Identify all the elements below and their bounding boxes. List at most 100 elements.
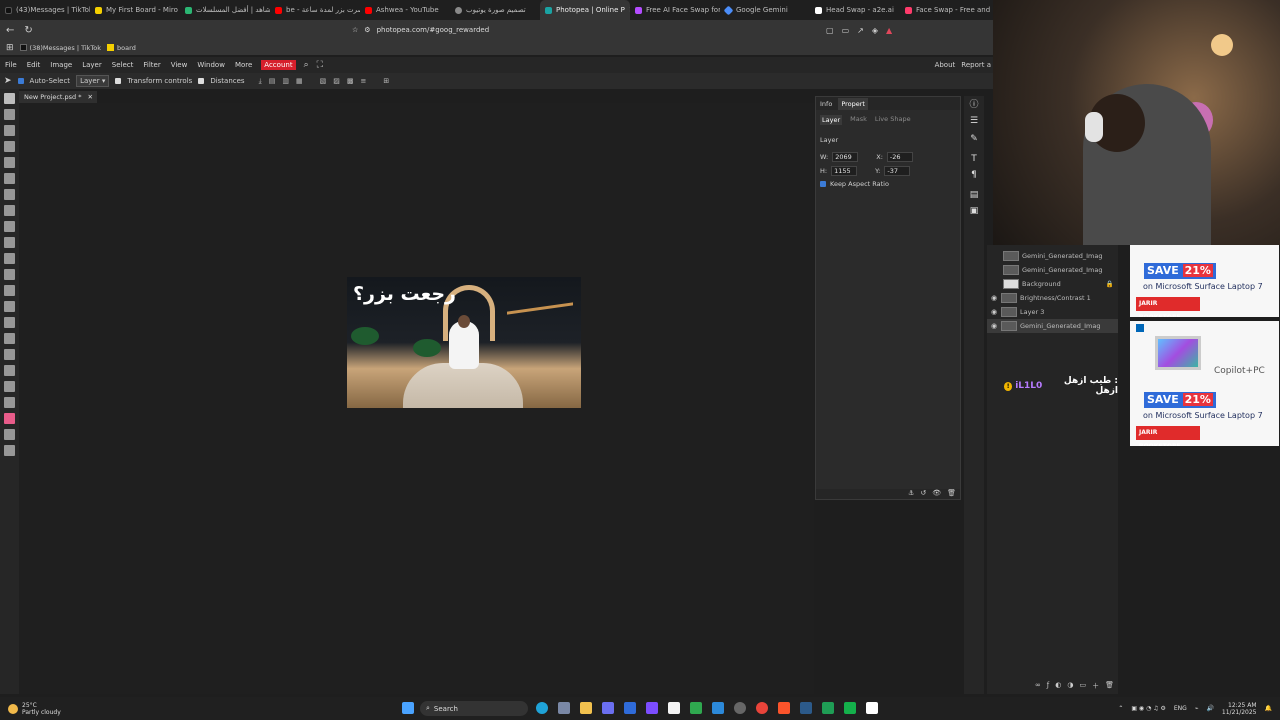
brush-icon[interactable]: ✎ bbox=[969, 134, 979, 144]
advertisement[interactable]: SAVE 21% on Microsoft Surface Laptop 7 J… bbox=[1130, 245, 1279, 317]
folder-icon[interactable]: ▭ bbox=[1079, 681, 1086, 694]
menu-window[interactable]: Window bbox=[192, 61, 230, 69]
eye-icon[interactable]: ◉ bbox=[990, 322, 998, 330]
about-link[interactable]: About bbox=[935, 61, 956, 69]
type-icon[interactable]: T bbox=[969, 154, 979, 164]
tab-youtube-video[interactable]: be - صرت بزر لمدة ساعة bbox=[270, 0, 360, 20]
network-icon[interactable]: ⌁ bbox=[1195, 705, 1199, 712]
advertisement[interactable]: Copilot+PC SAVE 21% on Microsoft Surface… bbox=[1130, 321, 1279, 446]
distribute-icon[interactable]: ≡ bbox=[360, 77, 366, 86]
hand-tool-icon[interactable] bbox=[4, 381, 15, 392]
volume-icon[interactable]: 🔊 bbox=[1206, 705, 1213, 712]
layer-row[interactable]: Background 🔒 bbox=[987, 277, 1118, 291]
document-tab[interactable]: New Project.psd * ✕ bbox=[19, 91, 97, 103]
notifications-icon[interactable]: 🔔 bbox=[1265, 705, 1272, 712]
quick-mask-icon[interactable] bbox=[4, 429, 15, 440]
tab-head-swap[interactable]: Head Swap - a2e.ai bbox=[810, 0, 900, 20]
discord-icon[interactable] bbox=[602, 702, 614, 714]
tab-youtube-channel[interactable]: Ashwea - YouTube bbox=[360, 0, 450, 20]
dodge-icon[interactable] bbox=[4, 301, 15, 312]
obs-icon[interactable] bbox=[734, 702, 746, 714]
align-middle-icon[interactable]: ▨ bbox=[333, 77, 340, 86]
layer-row[interactable]: ◉ Layer 3 bbox=[987, 305, 1118, 319]
close-document-icon[interactable]: ✕ bbox=[88, 93, 93, 101]
zoom-tool-icon[interactable] bbox=[4, 397, 15, 408]
delete-layer-icon[interactable]: 🗑 bbox=[1105, 681, 1114, 694]
visibility-icon[interactable]: 👁 bbox=[932, 489, 941, 499]
color-swatch-icon[interactable] bbox=[4, 413, 15, 424]
eraser-icon[interactable] bbox=[4, 253, 15, 264]
layer-row[interactable]: Gemini_Generated_Imag bbox=[987, 249, 1118, 263]
store-icon[interactable] bbox=[558, 702, 570, 714]
healing-icon[interactable] bbox=[4, 189, 15, 200]
back-icon[interactable]: ← bbox=[6, 25, 14, 36]
tab-face-swap-free[interactable]: Face Swap - Free and Un bbox=[900, 0, 990, 20]
link-layers-icon[interactable]: ∞ bbox=[1035, 681, 1041, 694]
xbox-icon[interactable] bbox=[690, 702, 702, 714]
layer-row[interactable]: ◉ Brightness/Contrast 1 bbox=[987, 291, 1118, 305]
tab-info[interactable]: Info bbox=[820, 100, 832, 108]
fx-icon[interactable]: ƒ bbox=[1047, 681, 1049, 694]
menu-file[interactable]: File bbox=[0, 61, 22, 69]
excel-icon[interactable] bbox=[822, 702, 834, 714]
distances-checkbox[interactable] bbox=[198, 78, 205, 84]
app-icon[interactable] bbox=[646, 702, 658, 714]
bookmark-board[interactable]: board bbox=[107, 44, 136, 52]
subtab-mask[interactable]: Mask bbox=[850, 115, 867, 125]
path-select-icon[interactable] bbox=[4, 349, 15, 360]
link-icon[interactable]: ⚓ bbox=[908, 489, 914, 499]
layer-row[interactable]: ◉ Gemini_Generated_Imag bbox=[987, 319, 1118, 333]
clock[interactable]: 12:25 AM 11/21/2025 bbox=[1222, 702, 1257, 716]
menu-image[interactable]: Image bbox=[45, 61, 77, 69]
lasso-tool-icon[interactable] bbox=[4, 125, 15, 136]
menu-select[interactable]: Select bbox=[107, 61, 139, 69]
subtab-layer[interactable]: Layer bbox=[820, 115, 843, 125]
video-icon[interactable] bbox=[844, 702, 856, 714]
keep-aspect-checkbox[interactable] bbox=[820, 181, 826, 187]
edge-icon[interactable] bbox=[536, 702, 548, 714]
eyedropper-icon[interactable] bbox=[4, 173, 15, 184]
align-center-icon[interactable]: ▥ bbox=[282, 77, 289, 86]
x-field[interactable]: -26 bbox=[886, 152, 913, 162]
mask-icon[interactable]: ◐ bbox=[1055, 681, 1061, 694]
screen-mode-icon[interactable] bbox=[4, 445, 15, 456]
layer-select-dropdown[interactable]: Layer ▾ bbox=[76, 75, 110, 87]
subtab-live-shape[interactable]: Live Shape bbox=[875, 115, 911, 125]
align-bottom-icon[interactable]: ▩ bbox=[347, 77, 354, 86]
align-top-icon[interactable]: ▧ bbox=[320, 77, 327, 86]
tab-thumbnail-design[interactable]: تصميم صورة يوتيوب bbox=[450, 0, 540, 20]
site-info-icon[interactable]: ⚙ bbox=[364, 26, 370, 34]
chevron-up-icon[interactable]: ⌃ bbox=[1118, 705, 1123, 712]
move-tool-icon[interactable]: ➤ bbox=[4, 76, 12, 86]
move-tool-icon[interactable] bbox=[4, 93, 15, 104]
pen-tool-icon[interactable] bbox=[4, 333, 15, 344]
explorer-icon[interactable] bbox=[580, 702, 592, 714]
alert-icon[interactable]: ▲ bbox=[886, 26, 892, 35]
pen-icon[interactable] bbox=[624, 702, 636, 714]
y-field[interactable]: -37 bbox=[884, 166, 911, 176]
taskbar-search[interactable]: ⌕ Search bbox=[420, 701, 528, 716]
shape-tool-icon[interactable] bbox=[4, 365, 15, 376]
layer-row[interactable]: Gemini_Generated_Imag bbox=[987, 263, 1118, 277]
url-field[interactable]: ☆ ⚙ photopea.com/#goog_rewarded bbox=[352, 23, 892, 37]
report-link[interactable]: Report a bbox=[961, 61, 991, 69]
tab-photopea[interactable]: Photopea | Online P✕ bbox=[540, 0, 630, 20]
brave-icon[interactable] bbox=[778, 702, 790, 714]
account-button[interactable]: Account bbox=[261, 60, 296, 70]
crop-tool-icon[interactable] bbox=[4, 157, 15, 168]
windows-start-icon[interactable] bbox=[402, 702, 414, 714]
download-icon[interactable]: ⤓ bbox=[259, 77, 262, 86]
fullscreen-icon[interactable]: ⛶ bbox=[317, 60, 323, 70]
tab-miro[interactable]: My First Board - Miro bbox=[90, 0, 180, 20]
grid-icon[interactable]: ⊞ bbox=[383, 77, 389, 86]
steam-icon[interactable] bbox=[800, 702, 812, 714]
align-right-icon[interactable]: ▦ bbox=[296, 77, 303, 86]
new-layer-icon[interactable]: ＋ bbox=[1092, 681, 1099, 694]
css-icon[interactable]: ▤ bbox=[969, 190, 979, 200]
weather-widget[interactable]: 25°C Partly cloudy bbox=[8, 702, 61, 716]
capcut-icon[interactable] bbox=[668, 702, 680, 714]
apps-grid-icon[interactable]: ⊞ bbox=[6, 43, 14, 53]
menu-view[interactable]: View bbox=[166, 61, 193, 69]
gradient-icon[interactable] bbox=[4, 269, 15, 280]
search-icon[interactable]: ⌕ bbox=[304, 60, 309, 70]
